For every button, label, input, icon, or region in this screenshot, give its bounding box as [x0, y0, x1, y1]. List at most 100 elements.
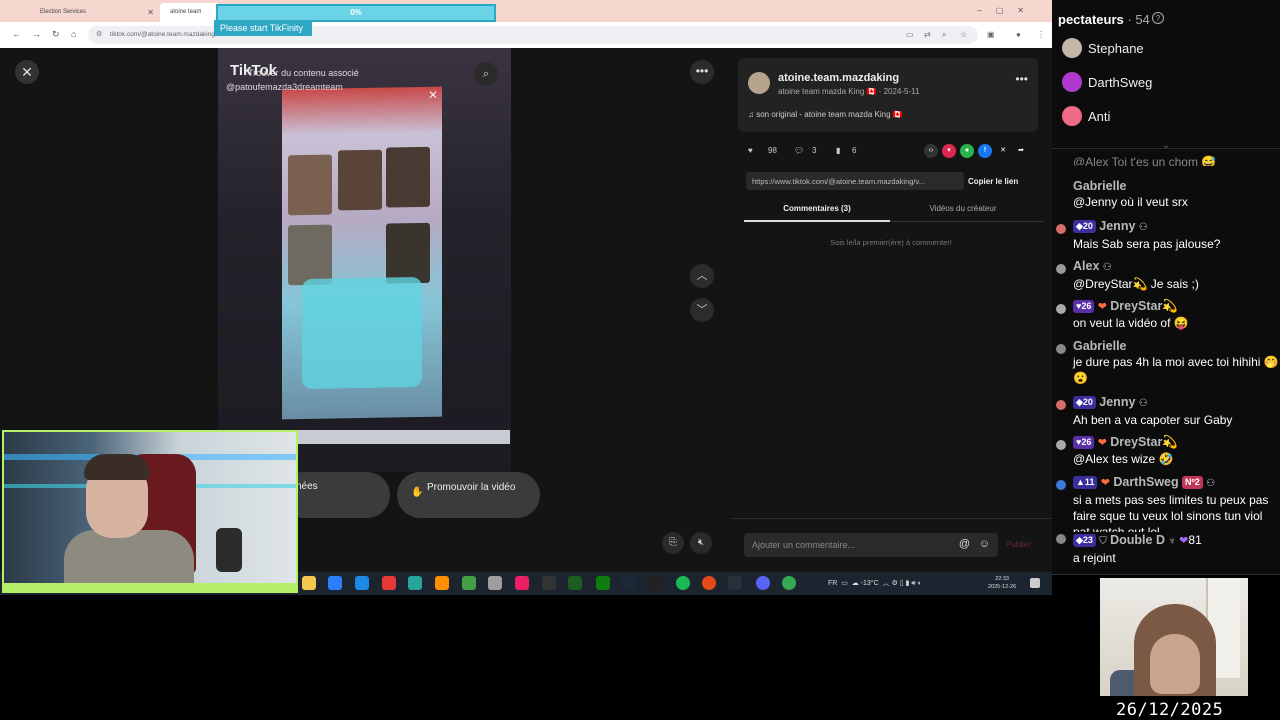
close-icon[interactable]: ✕: [147, 8, 154, 17]
author-name[interactable]: atoine.team.mazdaking: [778, 72, 899, 84]
edge-icon[interactable]: [355, 576, 369, 590]
browser-toolbar: ← → ↻ ⌂ ⚙ tiktok.com/@atoine.team.mazdak…: [0, 22, 1052, 48]
chat-username[interactable]: Gabrielle: [1073, 338, 1280, 354]
app-icon[interactable]: [435, 576, 449, 590]
comment-input[interactable]: Ajouter un commentaire... @ ☺: [744, 533, 998, 557]
webcam-frame-accent: [4, 583, 296, 591]
notification-icon[interactable]: [1030, 578, 1040, 588]
chat-username[interactable]: Double D: [1110, 533, 1165, 547]
chat-username[interactable]: Jenny: [1099, 395, 1135, 409]
share-icon[interactable]: ▾: [942, 144, 956, 158]
sub-badge: ♥26: [1073, 300, 1095, 313]
app-icon[interactable]: [542, 576, 556, 590]
sub-badge: ◆20: [1073, 220, 1096, 233]
bookmark-icon[interactable]: ▮: [836, 146, 840, 155]
zoom-icon[interactable]: ⌕: [942, 30, 946, 40]
tiktok-icon[interactable]: [515, 576, 529, 590]
discord-icon[interactable]: [756, 576, 770, 590]
app-icon[interactable]: [462, 576, 476, 590]
taskbar-clock[interactable]: 22:33 2025-12-26: [988, 575, 1016, 591]
x-icon[interactable]: ✕: [996, 144, 1010, 158]
chevron-down-icon[interactable]: ⌄: [1162, 140, 1170, 151]
stream-stage: Election Services ✕ atoine team –▢✕ 0% ← …: [0, 0, 1280, 720]
video-link[interactable]: https://www.tiktok.com/@atoine.team.mazd…: [746, 172, 964, 190]
video-player[interactable]: TikTok Trouver du contenu associé @patou…: [218, 48, 511, 472]
window-controls[interactable]: –▢✕: [977, 6, 1038, 15]
chat-username[interactable]: DreyStar💫: [1110, 299, 1178, 313]
browser-tab-active[interactable]: atoine team: [160, 3, 220, 22]
promote-label: Promouvoir la vidéo: [427, 482, 516, 493]
system-tray[interactable]: FR ▭ ☁ -13°C ︿ ⚙ ▯ ▮ 🔊︎ ◐: [828, 578, 922, 588]
video-face: [386, 146, 430, 208]
chat-username[interactable]: DreyStar💫: [1110, 435, 1178, 449]
chrome-icon[interactable]: [782, 576, 796, 590]
home-icon[interactable]: ⌂: [71, 29, 76, 39]
app-icon[interactable]: [382, 576, 396, 590]
store-icon[interactable]: [328, 576, 342, 590]
chat-username[interactable]: Alex: [1073, 259, 1099, 273]
more-options-button[interactable]: •••: [690, 60, 714, 84]
sound-label[interactable]: ♫ son original - atoine team mazda King …: [748, 110, 903, 119]
steam-icon[interactable]: [622, 576, 636, 590]
forward-share-icon[interactable]: ➦: [1014, 144, 1028, 158]
tab-comments[interactable]: Commentaires (3): [744, 204, 890, 222]
chat-text: on veut la vidéo of 😝: [1073, 316, 1189, 330]
avatar: [1056, 440, 1066, 450]
author-avatar[interactable]: [748, 72, 770, 94]
translate-icon[interactable]: ⇄: [924, 30, 931, 39]
app-icon[interactable]: [648, 576, 662, 590]
chat-username[interactable]: DarthSweg: [1113, 475, 1178, 489]
copy-link-button[interactable]: Copier le lien: [968, 177, 1018, 186]
chat-text: @Alex tes wize 🤣: [1073, 452, 1174, 466]
back-icon[interactable]: ←: [12, 29, 21, 39]
browser-tabbar: Election Services ✕ atoine team –▢✕: [0, 0, 1052, 22]
search-icon[interactable]: ⌕: [474, 62, 498, 86]
publish-button[interactable]: Publier: [1006, 540, 1031, 549]
promote-video-button[interactable]: ✋ Promouvoir la vidéo: [397, 472, 540, 518]
spotify-icon[interactable]: [676, 576, 690, 590]
close-video-button[interactable]: ✕: [15, 60, 39, 84]
facebook-icon[interactable]: f: [978, 144, 992, 158]
site-info-icon[interactable]: ⚙: [96, 30, 102, 38]
panel-tabs: Commentaires (3) Vidéos du créateur: [744, 204, 1044, 222]
chat-username[interactable]: Jenny: [1099, 219, 1135, 233]
tab-title: Election Services: [40, 9, 87, 15]
xbox-icon[interactable]: [596, 576, 610, 590]
app-icon[interactable]: [408, 576, 422, 590]
menu-icon[interactable]: ⋮: [1037, 30, 1045, 39]
app-icon[interactable]: [728, 576, 742, 590]
related-content-label[interactable]: Trouver du contenu associé: [248, 68, 359, 78]
forward-icon[interactable]: →: [32, 29, 41, 39]
mention-icon[interactable]: @: [959, 538, 970, 550]
language-indicator[interactable]: FR: [828, 580, 837, 587]
previous-video-button[interactable]: ︿: [690, 264, 714, 288]
emoji-icon[interactable]: ☺: [979, 538, 990, 550]
app-icon[interactable]: [702, 576, 716, 590]
cast-icon[interactable]: ▭: [906, 30, 914, 39]
chat-username[interactable]: Gabrielle: [1073, 178, 1280, 194]
mute-icon[interactable]: 🔇︎: [690, 532, 712, 554]
report-icon[interactable]: ⎘: [662, 532, 684, 554]
video-username[interactable]: @patoufemazda3dreamteam: [226, 82, 343, 92]
app-icon[interactable]: [488, 576, 502, 590]
chat-text: Ah ben a va capoter sur Gaby: [1073, 413, 1233, 427]
next-video-button[interactable]: ﹀: [690, 298, 714, 322]
extensions-icon[interactable]: ▣: [987, 30, 995, 39]
help-icon[interactable]: ?: [1152, 12, 1164, 24]
weather-text[interactable]: -13°C: [861, 580, 879, 587]
tab-creator-videos[interactable]: Vidéos du créateur: [890, 204, 1036, 222]
embed-icon[interactable]: ‹›: [924, 144, 938, 158]
bookmark-star-icon[interactable]: ☆: [960, 30, 967, 39]
reload-icon[interactable]: ↻: [52, 29, 60, 40]
whatsapp-icon[interactable]: ●: [960, 144, 974, 158]
profile-icon[interactable]: ●: [1016, 30, 1021, 39]
more-icon[interactable]: •••: [1015, 72, 1028, 86]
app-icon[interactable]: [568, 576, 582, 590]
avatar: [1062, 72, 1082, 92]
browser-tab[interactable]: Election Services ✕: [30, 3, 160, 22]
file-explorer-icon[interactable]: [302, 576, 316, 590]
tab-title: atoine team: [170, 9, 202, 15]
like-icon[interactable]: ♥: [748, 146, 753, 155]
comment-icon[interactable]: 💬︎: [794, 146, 804, 155]
viewer-name: Stephane: [1088, 41, 1144, 56]
